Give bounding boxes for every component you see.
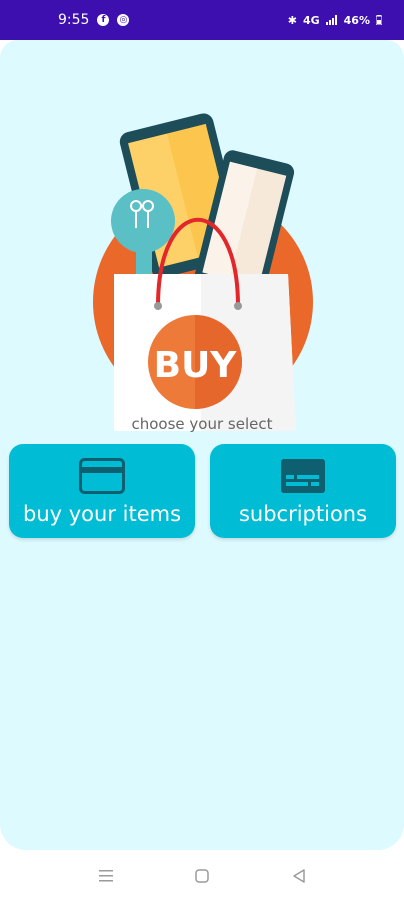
buy-items-label: buy your items (22, 502, 182, 526)
menu-icon[interactable] (97, 867, 115, 885)
status-bar: 9:55 f ◎ ✱ 4G 46% (0, 0, 404, 40)
main-card: BUY choose your select buy your items su… (0, 40, 404, 850)
buy-bag-illustration: BUY (93, 113, 313, 431)
subtitles-icon (281, 459, 325, 493)
navigation-bar (0, 850, 404, 900)
status-left: 9:55 f ◎ (58, 12, 130, 28)
home-icon[interactable] (193, 867, 211, 885)
status-right: ✱ 4G 46% (288, 14, 382, 27)
battery-icon (376, 15, 382, 25)
subscriptions-button[interactable]: subcriptions (210, 444, 396, 538)
subscriptions-label: subcriptions (238, 502, 368, 526)
chrome-icon: ◎ (117, 14, 130, 26)
buy-items-button[interactable]: buy your items (9, 444, 195, 538)
credit-card-icon (79, 458, 125, 494)
back-icon[interactable] (290, 867, 308, 885)
facebook-icon: f (97, 14, 110, 26)
status-time: 9:55 (58, 12, 90, 28)
battery-percent: 46% (343, 13, 370, 27)
bluetooth-icon: ✱ (287, 13, 297, 27)
choose-prompt: choose your select (131, 415, 273, 433)
network-type: 4G (302, 13, 320, 27)
buy-badge-text: BUY (154, 345, 238, 386)
signal-icon (325, 15, 337, 25)
